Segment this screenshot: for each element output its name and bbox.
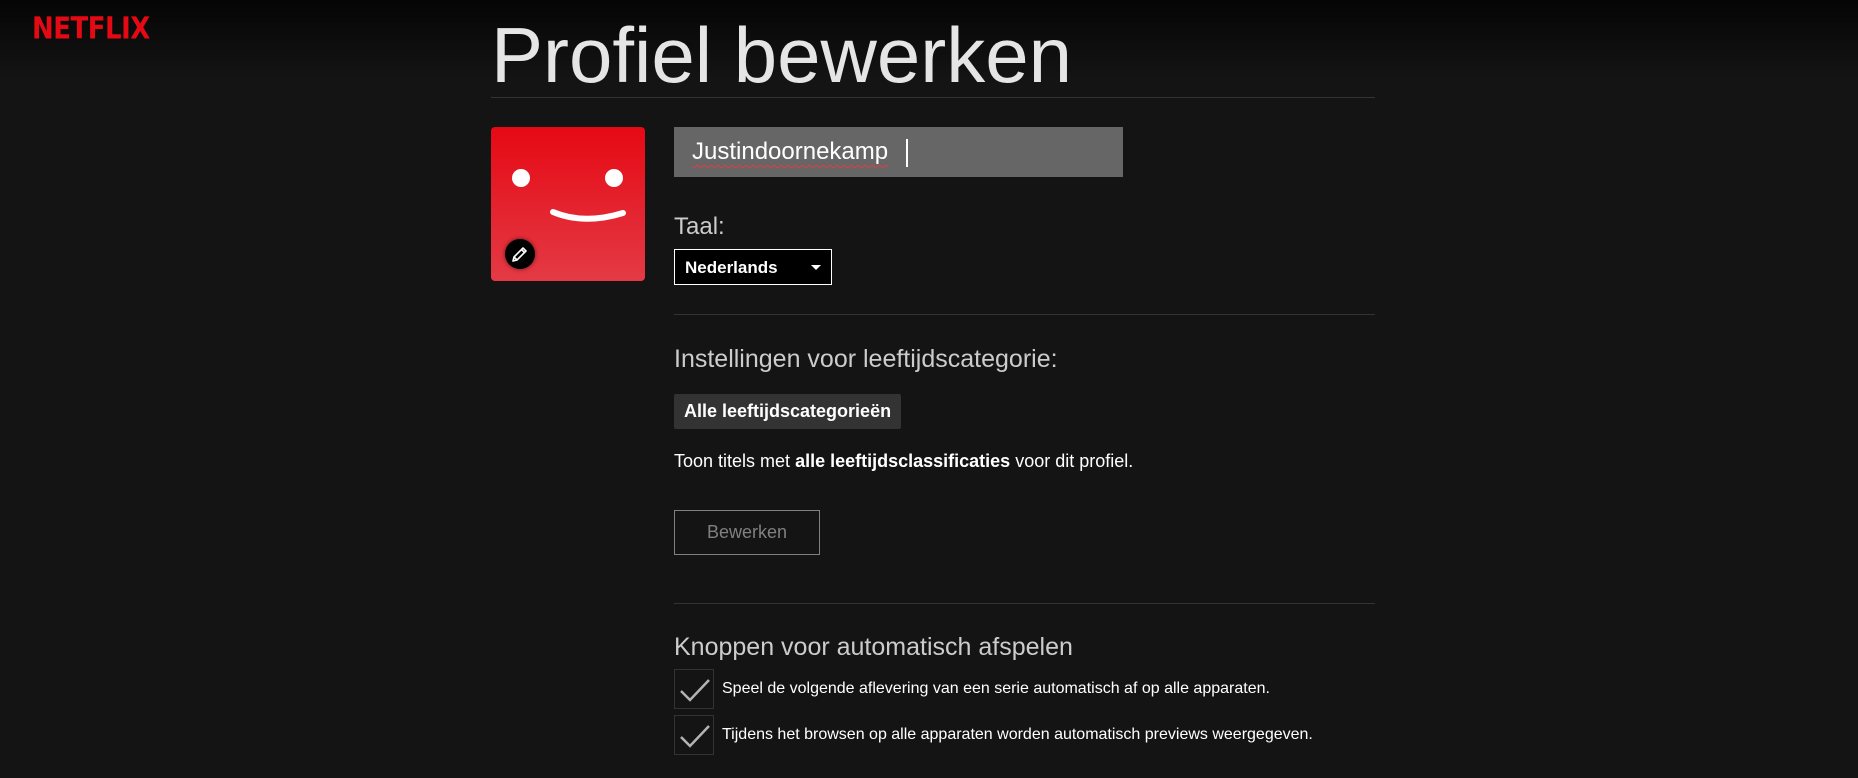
edit-avatar-button[interactable] bbox=[505, 239, 535, 269]
maturity-desc-suffix: voor dit profiel. bbox=[1010, 451, 1134, 471]
checkmark-icon bbox=[680, 679, 710, 702]
profile-avatar[interactable] bbox=[491, 127, 645, 281]
netflix-logo[interactable]: NETFLIX bbox=[32, 12, 150, 47]
section-divider-1 bbox=[674, 314, 1375, 315]
maturity-desc-bold: alle leeftijdsclassificaties bbox=[795, 451, 1011, 471]
autoplay-previews-checkbox[interactable] bbox=[674, 715, 714, 755]
language-label: Taal: bbox=[674, 213, 725, 240]
autoplay-next-episode-option[interactable]: Speel de volgende aflevering van een ser… bbox=[674, 669, 1414, 709]
autoplay-heading: Knoppen voor automatisch afspelen bbox=[674, 633, 1073, 661]
title-divider bbox=[491, 97, 1375, 98]
edit-maturity-button[interactable]: Bewerken bbox=[674, 510, 820, 555]
autoplay-previews-label: Tijdens het browsen op alle apparaten wo… bbox=[722, 726, 1313, 743]
maturity-desc-prefix: Toon titels met bbox=[674, 451, 796, 471]
pencil-icon bbox=[512, 247, 527, 262]
autoplay-previews-option[interactable]: Tijdens het browsen op alle apparaten wo… bbox=[674, 715, 1414, 755]
maturity-description: Toon titels met alle leeftijdsclassifica… bbox=[674, 450, 1133, 472]
language-select[interactable]: Nederlands bbox=[674, 249, 832, 285]
language-selected-value: Nederlands bbox=[685, 258, 778, 277]
section-divider-2 bbox=[674, 603, 1375, 604]
maturity-heading: Instellingen voor leeftijdscategorie: bbox=[674, 345, 1058, 373]
profile-name-input[interactable] bbox=[674, 127, 1123, 177]
autoplay-next-episode-label: Speel de volgende aflevering van een ser… bbox=[722, 680, 1270, 697]
caret-down-icon bbox=[811, 265, 821, 270]
maturity-badge: Alle leeftijdscategorieën bbox=[674, 394, 902, 429]
checkmark-icon bbox=[680, 725, 710, 748]
autoplay-next-episode-checkbox[interactable] bbox=[674, 669, 714, 709]
text-caret bbox=[906, 139, 908, 167]
page-title: Profiel bewerken bbox=[491, 11, 1072, 99]
